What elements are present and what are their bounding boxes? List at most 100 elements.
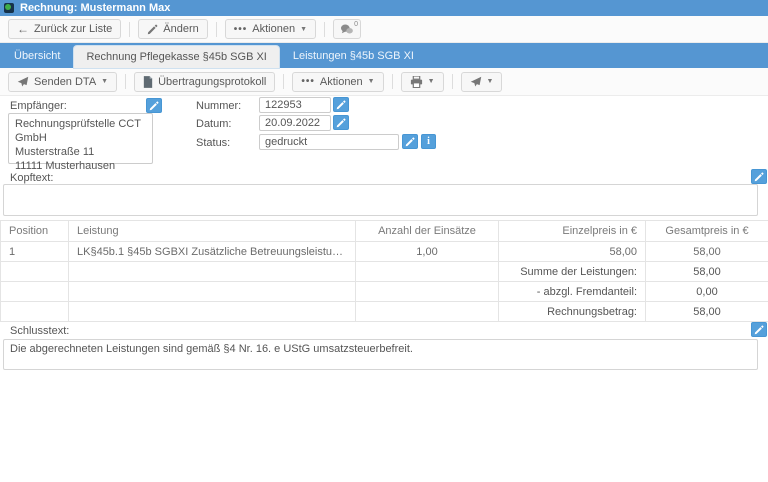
status-label: Status: <box>196 137 230 149</box>
document-icon <box>143 76 153 88</box>
toolbar-divider <box>324 22 325 37</box>
invoice-toolbar: Senden DTA ▼ Übertragungsprotokoll ••• A… <box>0 68 768 96</box>
pencil-icon <box>147 24 158 35</box>
footer-text-edit-button[interactable] <box>751 322 767 337</box>
status-edit-button[interactable] <box>402 134 418 149</box>
number-label: Nummer: <box>196 100 241 112</box>
transfer-protocol-label: Übertragungsprotokoll <box>158 76 266 88</box>
cell-total-price: 58,00 <box>646 242 768 262</box>
window-title: Rechnung: Mustermann Max <box>20 2 170 14</box>
comments-icon <box>340 23 354 35</box>
cell-unit-price: 58,00 <box>499 242 646 262</box>
edit-button-label: Ändern <box>163 23 198 35</box>
paper-plane-icon <box>17 76 29 88</box>
send-button[interactable]: ▼ <box>461 72 503 92</box>
back-button[interactable]: ← Zurück zur Liste <box>8 19 121 39</box>
number-input[interactable] <box>259 97 331 113</box>
actions-button-label: Aktionen <box>252 23 295 35</box>
pencil-icon <box>405 137 415 147</box>
recipient-line: Rechnungsprüfstelle CCT GmbH <box>15 117 146 145</box>
transfer-protocol-button[interactable]: Übertragungsprotokoll <box>134 72 275 92</box>
app-icon <box>4 3 14 13</box>
app-window: Rechnung: Mustermann Max ← Zurück zur Li… <box>0 0 768 482</box>
recipient-edit-button[interactable] <box>146 98 162 113</box>
footer-text-area[interactable]: Die abgerechneten Leistungen sind gemäß … <box>3 339 758 370</box>
toolbar-divider <box>283 74 284 89</box>
header-text-area[interactable] <box>3 184 758 216</box>
tab-leistungen[interactable]: Leistungen §45b SGB XI <box>281 43 426 68</box>
pencil-icon <box>754 325 764 335</box>
comments-count-badge: 0 <box>354 21 358 28</box>
arrow-left-icon: ← <box>17 23 29 35</box>
header-text-label: Kopftext: <box>10 172 53 184</box>
invoice-form: Empfänger: Rechnungsprüfstelle CCT GmbH … <box>0 96 768 169</box>
print-button[interactable]: ▼ <box>401 72 444 92</box>
pencil-icon <box>336 100 346 110</box>
summary-value: 58,00 <box>646 302 768 322</box>
summary-row: Summe der Leistungen: 58,00 <box>1 262 768 282</box>
comments-button[interactable]: 0 <box>333 19 361 39</box>
cell-position: 1 <box>1 242 69 262</box>
send-dta-button[interactable]: Senden DTA ▼ <box>8 72 117 92</box>
cell-count: 1,00 <box>356 242 499 262</box>
footer-text-section: Schlusstext: Die abgerechneten Leistunge… <box>0 322 768 377</box>
summary-label: Summe der Leistungen: <box>499 262 646 282</box>
column-header-anzahl: Anzahl der Einsätze <box>356 221 499 242</box>
top-toolbar: ← Zurück zur Liste Ändern ••• Aktionen ▼… <box>0 16 768 43</box>
recipient-line: Musterstraße 11 <box>15 145 146 159</box>
printer-icon <box>410 76 423 88</box>
column-header-gesamtpreis: Gesamtpreis in € <box>646 221 768 242</box>
pencil-icon <box>149 101 159 111</box>
number-edit-button[interactable] <box>333 97 349 112</box>
column-header-einzelpreis: Einzelpreis in € <box>499 221 646 242</box>
invoice-actions-label: Aktionen <box>320 76 363 88</box>
cell-service: LK§45b.1 §45b SGBXI Zusätzliche Betreuun… <box>69 242 356 262</box>
table-header-row: Position Leistung Anzahl der Einsätze Ei… <box>1 221 768 242</box>
summary-value: 58,00 <box>646 262 768 282</box>
toolbar-divider <box>452 74 453 89</box>
toolbar-divider <box>125 74 126 89</box>
summary-value: 0,00 <box>646 282 768 302</box>
pencil-icon <box>336 118 346 128</box>
date-edit-button[interactable] <box>333 115 349 130</box>
footer-text-label: Schlusstext: <box>10 325 69 337</box>
invoice-actions-button[interactable]: ••• Aktionen ▼ <box>292 72 383 92</box>
info-icon: i <box>427 136 430 147</box>
header-text-edit-button[interactable] <box>751 169 767 184</box>
date-input[interactable] <box>259 115 331 131</box>
edit-button[interactable]: Ändern <box>138 19 207 39</box>
summary-row: Rechnungsbetrag: 58,00 <box>1 302 768 322</box>
date-label: Datum: <box>196 118 231 130</box>
chevron-down-icon: ▼ <box>101 78 108 85</box>
summary-label: - abzgl. Fremdanteil: <box>499 282 646 302</box>
chevron-down-icon: ▼ <box>300 26 307 33</box>
recipient-box: Rechnungsprüfstelle CCT GmbH Musterstraß… <box>8 113 153 164</box>
send-dta-label: Senden DTA <box>34 76 96 88</box>
column-header-position: Position <box>1 221 69 242</box>
tab-bar: Übersicht Rechnung Pflegekasse §45b SGB … <box>0 43 768 68</box>
table-row[interactable]: 1 LK§45b.1 §45b SGBXI Zusätzliche Betreu… <box>1 242 768 262</box>
chevron-down-icon: ▼ <box>428 78 435 85</box>
toolbar-divider <box>392 74 393 89</box>
status-input[interactable] <box>259 134 399 150</box>
header-text-section: Kopftext: <box>0 169 768 217</box>
summary-row: - abzgl. Fremdanteil: 0,00 <box>1 282 768 302</box>
status-info-button[interactable]: i <box>421 134 436 149</box>
chevron-down-icon: ▼ <box>487 78 494 85</box>
chevron-down-icon: ▼ <box>368 78 375 85</box>
back-button-label: Zurück zur Liste <box>34 23 112 35</box>
toolbar-divider <box>216 22 217 37</box>
pencil-icon <box>754 172 764 182</box>
actions-button[interactable]: ••• Aktionen ▼ <box>225 19 316 39</box>
tab-rechnung-pflegekasse[interactable]: Rechnung Pflegekasse §45b SGB XI <box>74 46 278 68</box>
recipient-label: Empfänger: <box>10 100 67 112</box>
ellipsis-icon: ••• <box>301 76 315 87</box>
window-titlebar: Rechnung: Mustermann Max <box>0 0 768 16</box>
tab-uebersicht[interactable]: Übersicht <box>2 43 72 68</box>
column-header-leistung: Leistung <box>69 221 356 242</box>
items-table: Position Leistung Anzahl der Einsätze Ei… <box>0 220 768 322</box>
paper-plane-icon <box>470 76 482 88</box>
summary-label: Rechnungsbetrag: <box>499 302 646 322</box>
ellipsis-icon: ••• <box>234 24 248 35</box>
toolbar-divider <box>129 22 130 37</box>
